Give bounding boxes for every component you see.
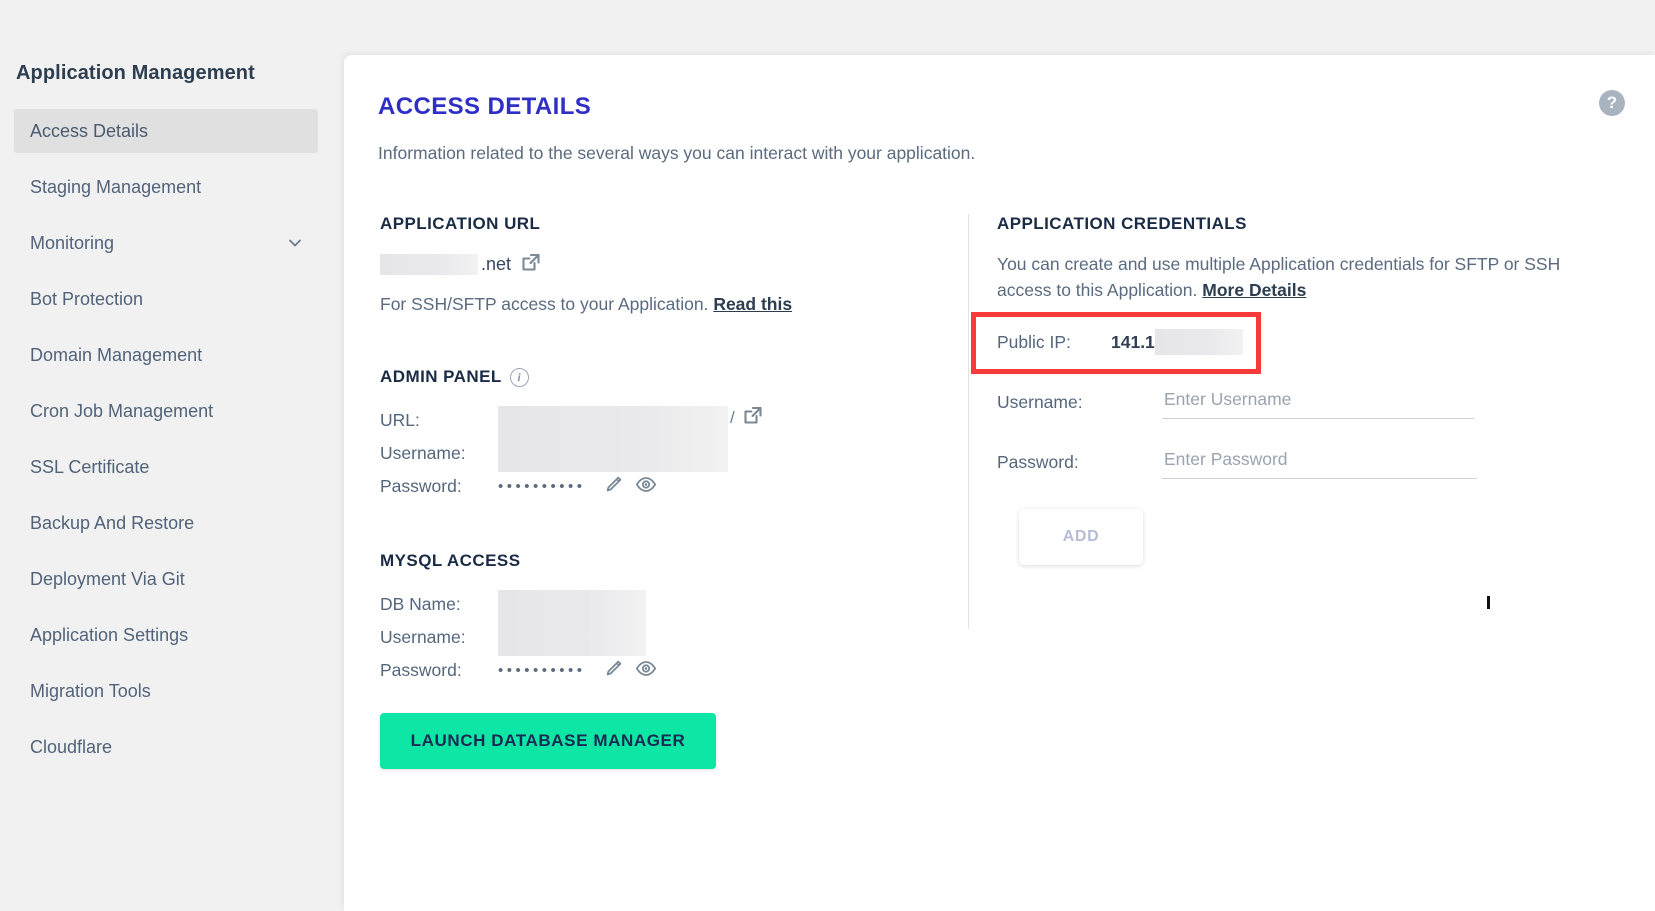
- mysql-access-redacted-block: [498, 590, 646, 656]
- sidebar-item-ssl-certificate[interactable]: SSL Certificate: [14, 445, 318, 489]
- sidebar-item-label: Application Settings: [30, 624, 189, 645]
- sidebar: Application Management Access Details St…: [0, 0, 344, 911]
- sidebar-item-label: Cron Job Management: [30, 400, 214, 421]
- application-url-suffix: .net: [481, 254, 512, 274]
- sidebar-item-label: Deployment Via Git: [30, 568, 185, 589]
- sidebar-item-backup-and-restore[interactable]: Backup And Restore: [14, 501, 318, 545]
- sidebar-item-label: Cloudflare: [30, 736, 113, 757]
- sidebar-item-migration-tools[interactable]: Migration Tools: [14, 669, 318, 713]
- public-ip-value: 141.1: [1111, 331, 1155, 352]
- sidebar-title: Application Management: [16, 62, 255, 84]
- sidebar-item-label: Bot Protection: [30, 288, 144, 309]
- application-url-row: .net: [380, 251, 968, 278]
- public-ip-label: Public IP:: [997, 331, 1071, 352]
- sidebar-item-label: Migration Tools: [30, 680, 151, 701]
- sidebar-item-staging-management[interactable]: Staging Management: [14, 165, 318, 209]
- sidebar-item-monitoring[interactable]: Monitoring: [14, 221, 318, 265]
- ssh-sftp-note: For SSH/SFTP access to your Application.…: [380, 294, 968, 315]
- page-subtitle: Information related to the several ways …: [378, 143, 976, 163]
- sidebar-item-access-details[interactable]: Access Details: [14, 109, 318, 153]
- read-this-link[interactable]: Read this: [713, 294, 792, 314]
- eye-icon[interactable]: [635, 475, 657, 499]
- public-ip-redacted-remainder: [1154, 329, 1243, 355]
- mysql-password-label: Password:: [380, 660, 462, 680]
- application-url-heading: APPLICATION URL: [380, 214, 541, 233]
- page-title: ACCESS DETAILS: [378, 93, 592, 120]
- launch-database-manager-button[interactable]: LAUNCH DATABASE MANAGER: [380, 713, 716, 769]
- admin-panel-heading: ADMIN PANEL i: [380, 367, 968, 387]
- mysql-username-label: Username:: [380, 627, 466, 647]
- sidebar-nav-list: Access Details Staging Management Monito…: [0, 109, 344, 769]
- mysql-db-name-label: DB Name:: [380, 594, 461, 614]
- application-credentials-description: You can create and use multiple Applicat…: [997, 251, 1572, 304]
- left-column: APPLICATION URL .net For SSH/SFTP access…: [378, 214, 968, 769]
- credentials-password-label: Password:: [997, 451, 1079, 472]
- admin-panel-password-label: Password:: [380, 476, 462, 496]
- application-url-redacted-value: [380, 254, 478, 275]
- pencil-icon[interactable]: [604, 475, 623, 499]
- admin-panel-url-label: URL:: [380, 410, 420, 430]
- ssh-sftp-note-text: For SSH/SFTP access to your Application.: [380, 294, 709, 314]
- chevron-down-icon[interactable]: [286, 234, 304, 252]
- credentials-password-input[interactable]: [1162, 444, 1477, 479]
- admin-panel-password-masked: ••••••••••: [498, 478, 586, 495]
- more-details-link[interactable]: More Details: [1202, 280, 1306, 300]
- credentials-username-input[interactable]: [1162, 384, 1474, 419]
- mysql-access-section: MYSQL ACCESS DB Name: Username: Password…: [380, 551, 968, 769]
- mysql-username-row: Username:: [380, 621, 968, 654]
- help-circle-icon[interactable]: ?: [1599, 90, 1625, 116]
- info-circle-icon[interactable]: i: [509, 367, 529, 387]
- credentials-password-row: Password:: [997, 444, 1615, 479]
- main-content-area: ? ACCESS DETAILS Information related to …: [344, 0, 1655, 911]
- mysql-access-heading: MYSQL ACCESS: [380, 551, 521, 570]
- sidebar-item-label: Monitoring: [30, 232, 115, 253]
- application-credentials-section: APPLICATION CREDENTIALS You can create a…: [968, 214, 1615, 629]
- access-details-card: ? ACCESS DETAILS Information related to …: [344, 55, 1655, 911]
- sidebar-item-domain-management[interactable]: Domain Management: [14, 333, 318, 377]
- application-management-page: Application Management Access Details St…: [0, 0, 1655, 911]
- sidebar-item-application-settings[interactable]: Application Settings: [14, 613, 318, 657]
- admin-panel-username-label: Username:: [380, 443, 466, 463]
- mysql-access-fields: DB Name: Username: Password: ••••••••••: [380, 588, 968, 687]
- sidebar-item-label: SSL Certificate: [30, 456, 150, 477]
- pencil-icon[interactable]: [604, 659, 623, 683]
- eye-icon[interactable]: [635, 659, 657, 683]
- sidebar-item-label: Backup And Restore: [30, 512, 195, 533]
- external-link-icon[interactable]: [520, 251, 542, 278]
- application-credentials-heading: APPLICATION CREDENTIALS: [997, 214, 1247, 233]
- sidebar-item-label: Staging Management: [30, 176, 202, 197]
- external-link-icon[interactable]: [742, 404, 764, 431]
- add-credential-button[interactable]: ADD: [1019, 508, 1143, 565]
- mysql-db-name-row: DB Name:: [380, 588, 968, 621]
- admin-panel-fields: / URL: Username: Password: ••••••••••: [380, 404, 968, 503]
- credentials-username-row: Username:: [997, 384, 1615, 419]
- admin-panel-redacted-block: [498, 406, 728, 472]
- application-url-section: APPLICATION URL .net For SSH/SFTP access…: [380, 214, 968, 315]
- admin-panel-url-trailing-slash: /: [730, 408, 735, 427]
- public-ip-row: Public IP: 141.1: [971, 311, 1615, 374]
- sidebar-item-deployment-via-git[interactable]: Deployment Via Git: [14, 557, 318, 601]
- sidebar-item-cloudflare[interactable]: Cloudflare: [14, 725, 318, 769]
- admin-panel-section: ADMIN PANEL i / URL: Username: Password:…: [380, 367, 968, 503]
- sidebar-item-label: Access Details: [30, 120, 149, 141]
- admin-panel-password-row: Password: ••••••••••: [380, 470, 968, 503]
- mysql-password-row: Password: ••••••••••: [380, 654, 968, 687]
- cursor-tick-mark: [1487, 596, 1490, 609]
- credentials-username-label: Username:: [997, 391, 1083, 412]
- sidebar-item-bot-protection[interactable]: Bot Protection: [14, 277, 318, 321]
- content-columns: APPLICATION URL .net For SSH/SFTP access…: [378, 214, 1615, 769]
- sidebar-item-label: Domain Management: [30, 344, 203, 365]
- mysql-password-masked: ••••••••••: [498, 662, 586, 679]
- sidebar-item-cron-job-management[interactable]: Cron Job Management: [14, 389, 318, 433]
